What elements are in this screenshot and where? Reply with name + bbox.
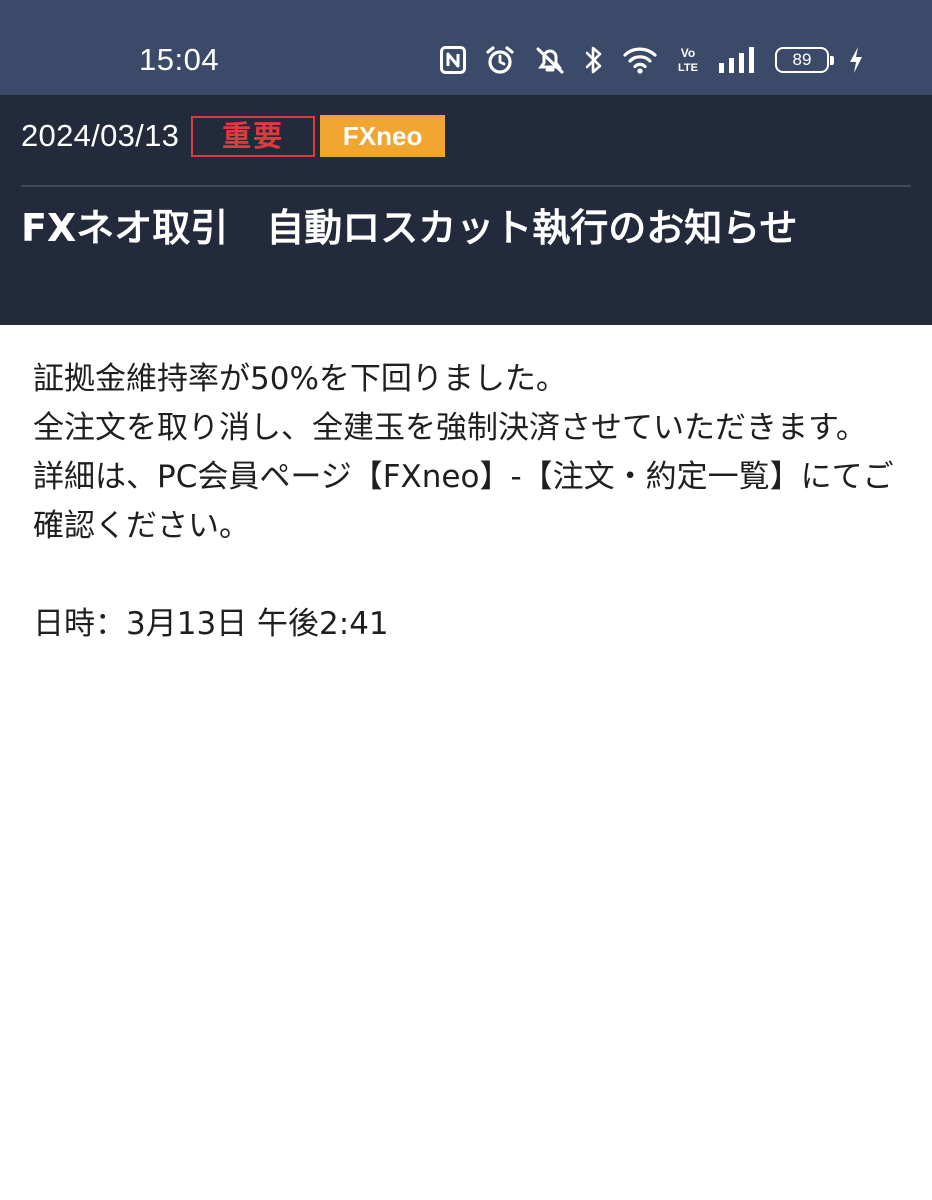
status-icons: Vo LTE 89 xyxy=(440,40,864,80)
notice-header: 2024/03/13 重要 FXneo FXネオ取引 自動ロスカット執行のお知ら… xyxy=(0,95,932,325)
header-divider xyxy=(21,185,911,187)
battery-level: 89 xyxy=(775,47,834,73)
notice-datetime: 日時：3月13日 午後2:41 xyxy=(33,606,389,642)
volte-label-bottom: LTE xyxy=(678,62,698,74)
wifi-icon xyxy=(622,40,658,80)
important-badge: 重要 xyxy=(191,115,316,157)
notice-meta: 2024/03/13 重要 FXneo xyxy=(21,115,446,157)
nfc-icon xyxy=(440,40,466,80)
mute-icon xyxy=(534,40,566,80)
notice-date: 2024/03/13 xyxy=(21,118,180,153)
battery-icon: 89 xyxy=(775,40,834,80)
notice-body: 証拠金維持率が50%を下回りました。 全注文を取り消し、全建玉を強制決済させてい… xyxy=(33,355,899,649)
charging-icon xyxy=(848,40,864,80)
body-paragraph: 詳細は、PC会員ページ【FXneo】-【注文・約定一覧】にてご確認ください。 xyxy=(33,459,894,544)
category-badge: FXneo xyxy=(320,115,446,157)
body-paragraph: 証拠金維持率が50%を下回りました。 xyxy=(33,361,567,397)
status-bar: 15:04 Vo LTE 89 xyxy=(0,0,932,95)
alarm-icon xyxy=(485,40,515,80)
notice-title: FXネオ取引 自動ロスカット執行のお知らせ xyxy=(21,206,798,250)
signal-icon xyxy=(718,40,756,80)
bluetooth-icon xyxy=(585,40,603,80)
volte-icon: Vo LTE xyxy=(677,40,699,80)
volte-label-top: Vo xyxy=(681,46,695,60)
status-time: 15:04 xyxy=(139,42,220,77)
body-paragraph: 全注文を取り消し、全建玉を強制決済させていただきます。 xyxy=(33,410,867,446)
